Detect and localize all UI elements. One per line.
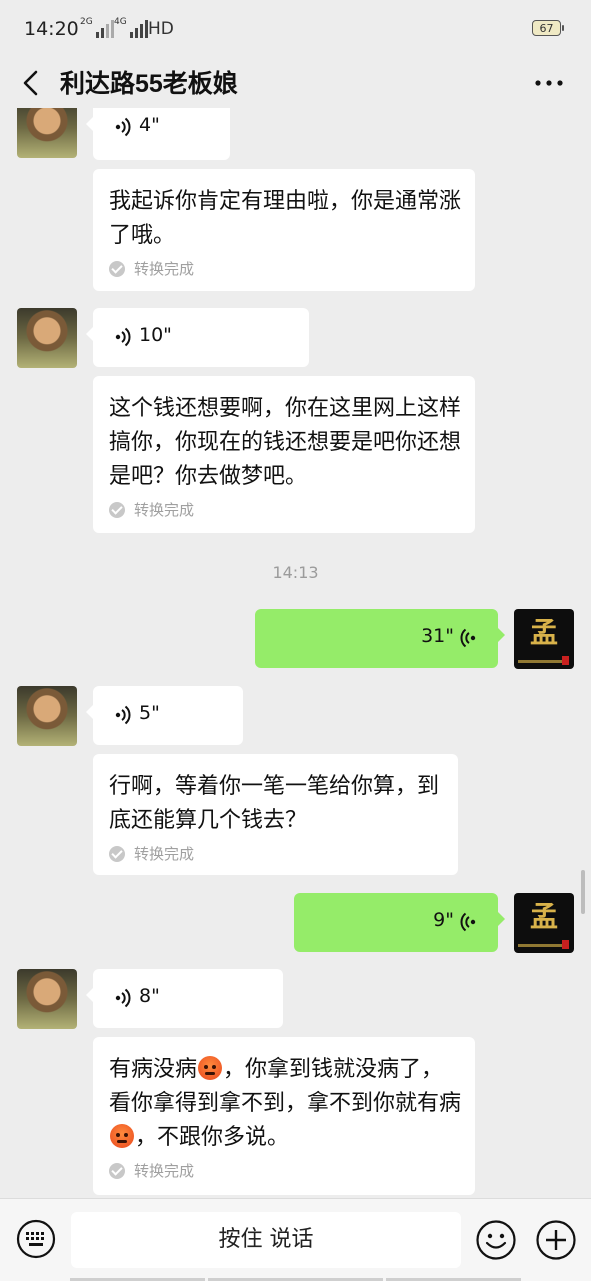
hold-to-talk-button[interactable]: 按住 说话 [71, 1212, 461, 1268]
signal-icon: 4G [114, 18, 148, 38]
voice-wave-icon [460, 628, 476, 648]
voice-duration: 8" [139, 985, 160, 1007]
check-icon [109, 1163, 125, 1179]
voice-wave-icon [115, 117, 131, 137]
transcription-status: 转换完成 [109, 500, 461, 520]
chat-timestamp: 14:13 [272, 563, 319, 582]
voice-message[interactable]: 5" [86, 686, 243, 745]
keyboard-icon[interactable] [16, 1219, 56, 1259]
voice-duration: 5" [139, 702, 160, 724]
angry-emoji-icon [110, 1124, 134, 1148]
more-icon[interactable] [534, 73, 564, 93]
voice-wave-icon [460, 912, 476, 932]
transcription-text: 这个钱还想要啊，你在这里网上这样搞你，你现在的钱还想要是吧你还想是吧？你去做梦吧… [109, 396, 462, 489]
voice-wave-icon [115, 988, 131, 1008]
voice-message[interactable]: 4" [86, 108, 230, 160]
check-icon [109, 502, 125, 518]
check-icon [109, 261, 125, 277]
voice-message-sent[interactable]: 9" [294, 893, 505, 952]
signal-icon: 2G [80, 18, 114, 38]
transcription-status: 转换完成 [109, 259, 461, 279]
hd-indicator: HD [148, 19, 174, 39]
transcription-status: 转换完成 [109, 844, 444, 864]
voice-wave-icon [115, 327, 131, 347]
contact-avatar[interactable] [17, 969, 77, 1029]
voice-message[interactable]: 8" [86, 969, 283, 1028]
chat-title: 利达路55老板娘 [60, 70, 238, 98]
voice-duration: 9" [433, 909, 454, 931]
transcription-status: 转换完成 [109, 1161, 461, 1181]
voice-duration: 31" [421, 625, 454, 647]
emoji-icon[interactable] [475, 1219, 517, 1261]
voice-message-sent[interactable]: 31" [255, 609, 505, 668]
my-avatar[interactable]: 孟 [514, 893, 574, 953]
angry-emoji-icon [198, 1056, 223, 1080]
contact-avatar[interactable] [17, 686, 77, 746]
transcription-text: 有病没病 ，你拿到钱就没病了，看你拿得到拿不到，拿不到你就有病，不跟你多说。 [109, 1056, 462, 1150]
voice-message[interactable]: 10" [86, 308, 309, 367]
check-icon [109, 846, 125, 862]
message-list[interactable]: 4" 我起诉你肯定有理由啦，你是通常涨了哦。 转换完成 10" 这个钱还想要啊，… [0, 108, 591, 1198]
back-icon[interactable] [18, 68, 46, 98]
battery-icon: 67 [532, 20, 564, 36]
voice-transcription[interactable]: 行啊，等着你一笔一笔给你算，到底还能算几个钱去？ 转换完成 [93, 754, 458, 875]
status-time: 14:20 [24, 18, 79, 40]
scrollbar[interactable] [581, 870, 585, 914]
chat-header: 利达路55老板娘 [0, 60, 591, 108]
voice-duration: 10" [139, 324, 172, 346]
voice-wave-icon [115, 705, 131, 725]
transcription-text: 我起诉你肯定有理由啦，你是通常涨了哦。 [109, 189, 462, 248]
contact-avatar[interactable] [17, 108, 77, 158]
voice-transcription[interactable]: 我起诉你肯定有理由啦，你是通常涨了哦。 转换完成 [93, 169, 475, 291]
voice-transcription[interactable]: 有病没病 ，你拿到钱就没病了，看你拿得到拿不到，拿不到你就有病，不跟你多说。 转换… [93, 1037, 475, 1195]
voice-duration: 4" [139, 114, 160, 136]
voice-transcription[interactable]: 这个钱还想要啊，你在这里网上这样搞你，你现在的钱还想要是吧你还想是吧？你去做梦吧… [93, 376, 475, 533]
plus-icon[interactable] [535, 1219, 577, 1261]
my-avatar[interactable]: 孟 [514, 609, 574, 669]
contact-avatar[interactable] [17, 308, 77, 368]
status-bar: 14:20 2G 4G HD 67 [0, 0, 591, 60]
input-bar: 按住 说话 [0, 1198, 591, 1281]
transcription-text: 行啊，等着你一笔一笔给你算，到底还能算几个钱去？ [109, 774, 440, 833]
